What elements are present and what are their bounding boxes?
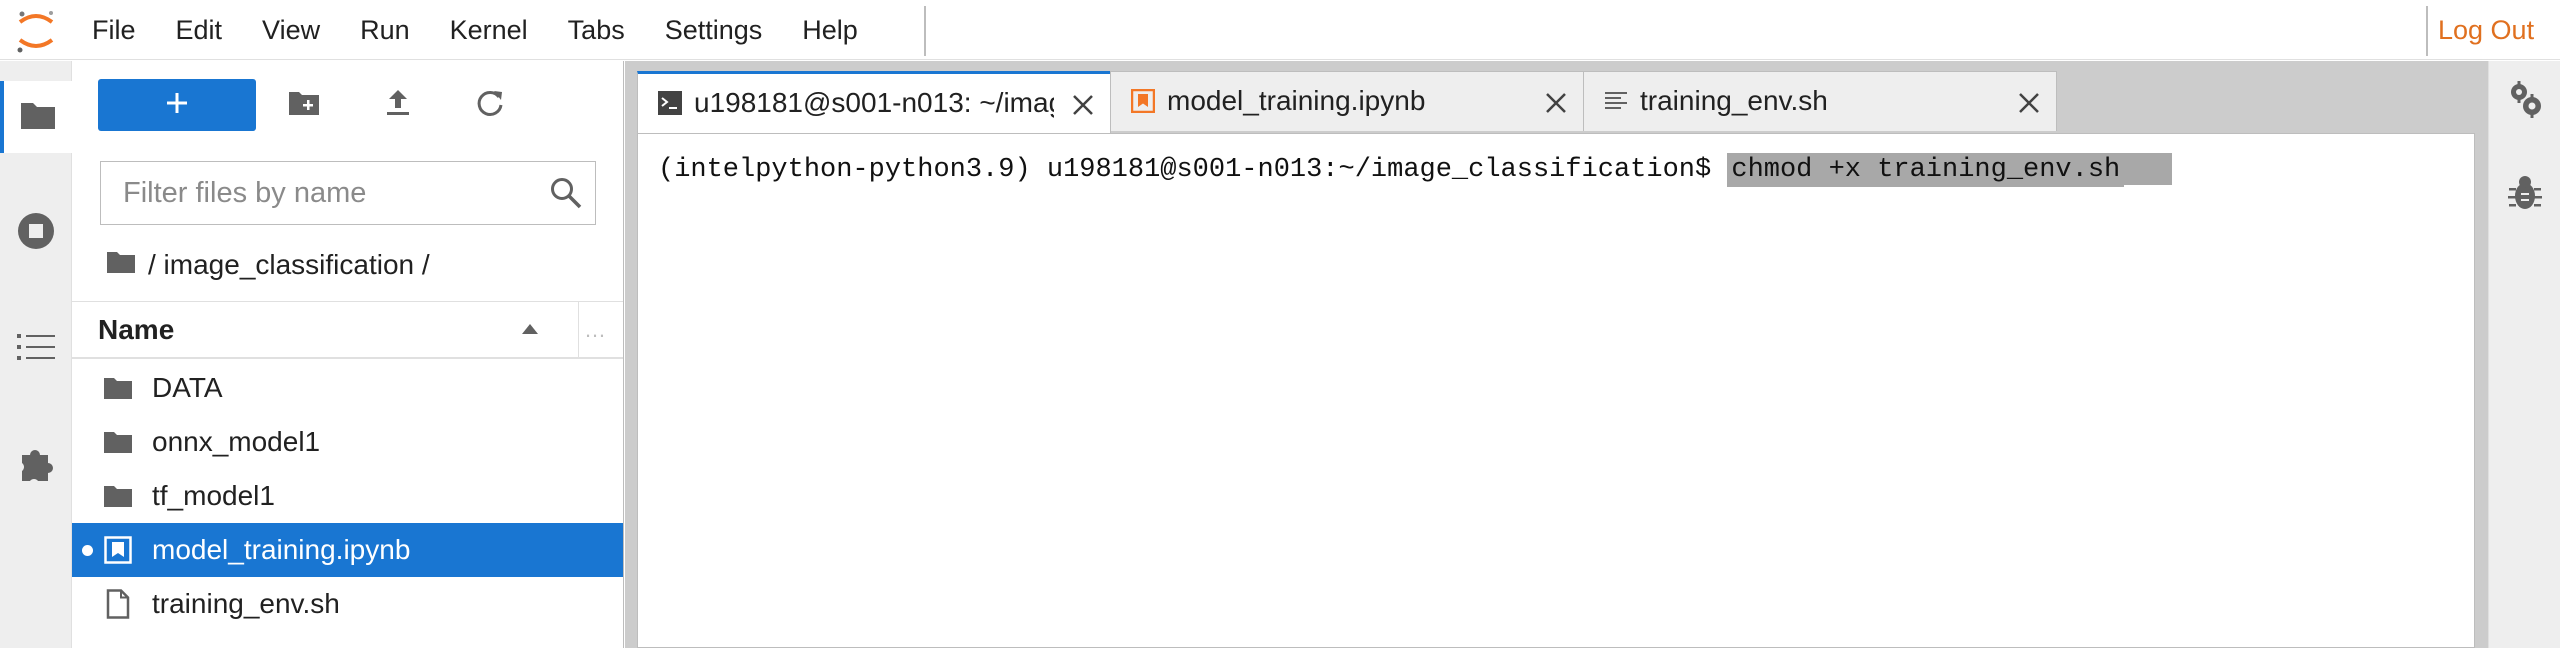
- file-row-model-training[interactable]: model_training.ipynb: [72, 523, 623, 577]
- file-row-onnx-model1[interactable]: onnx_model1: [72, 415, 623, 469]
- file-name: DATA: [152, 372, 223, 403]
- text-file-icon: [1604, 89, 1628, 115]
- terminal-cursor: [2124, 152, 2173, 185]
- menu-bar: File Edit View Run Kernel Tabs Settings …: [0, 0, 2560, 60]
- folder-icon: [102, 427, 134, 457]
- list-icon: [17, 332, 55, 367]
- logout-button[interactable]: Log Out: [2438, 0, 2534, 60]
- debugger-tab[interactable]: [2489, 159, 2560, 231]
- running-sessions-tab[interactable]: [0, 197, 72, 269]
- file-row-tf-model1[interactable]: tf_model1: [72, 469, 623, 523]
- tab-text-file[interactable]: training_env.sh: [1583, 71, 2057, 131]
- upload-button[interactable]: [376, 83, 420, 127]
- file-browser-panel: / image_classification / Name … DATA onn…: [72, 61, 624, 648]
- breadcrumb: / image_classification /: [106, 245, 430, 285]
- menu-view[interactable]: View: [242, 0, 340, 60]
- menu-file[interactable]: File: [72, 0, 156, 60]
- plus-icon: [165, 91, 189, 120]
- close-icon[interactable]: [1070, 92, 1096, 118]
- jupyter-logo: [8, 6, 64, 56]
- tab-terminal[interactable]: u198181@s001-n013: ~/image_classificatio…: [637, 71, 1111, 133]
- property-inspector-icon: [2505, 79, 2545, 124]
- puzzle-icon: [16, 443, 56, 488]
- file-name: training_env.sh: [152, 588, 340, 619]
- main-menu: File Edit View Run Kernel Tabs Settings …: [72, 0, 878, 60]
- file-browser-tab[interactable]: [0, 81, 72, 153]
- tab-notebook[interactable]: model_training.ipynb: [1110, 71, 1584, 131]
- file-name: model_training.ipynb: [152, 534, 411, 565]
- extension-manager-tab[interactable]: [0, 429, 72, 501]
- logout-divider: [2426, 6, 2428, 56]
- right-activity-bar: [2488, 61, 2560, 648]
- menu-tabs[interactable]: Tabs: [548, 0, 645, 60]
- tab-label: u198181@s001-n013: ~/image_classificatio…: [694, 87, 1054, 118]
- search-icon: [549, 176, 583, 215]
- name-column-header[interactable]: Name: [98, 302, 174, 358]
- upload-icon: [385, 89, 411, 122]
- tab-bar: u198181@s001-n013: ~/image_classificatio…: [637, 71, 2057, 133]
- sort-ascending-icon[interactable]: [520, 322, 540, 341]
- new-launcher-button[interactable]: [98, 79, 256, 131]
- notebook-icon: [102, 535, 134, 565]
- more-columns-icon[interactable]: …: [584, 302, 606, 358]
- folder-icon[interactable]: [106, 249, 136, 281]
- menu-run[interactable]: Run: [340, 0, 430, 60]
- close-icon[interactable]: [1543, 90, 1569, 116]
- file-list: DATA onnx_model1 tf_model1 model_trainin…: [72, 361, 623, 631]
- terminal-command: chmod +x training_env.sh: [1727, 153, 2125, 187]
- new-folder-button[interactable]: [282, 83, 326, 127]
- stop-circle-icon: [16, 211, 56, 256]
- column-divider[interactable]: [578, 302, 579, 358]
- table-of-contents-tab[interactable]: [0, 313, 72, 385]
- tab-label: training_env.sh: [1640, 85, 1828, 116]
- property-inspector-tab[interactable]: [2489, 65, 2560, 137]
- notebook-icon: [1130, 88, 1156, 115]
- debugger-icon: [2507, 174, 2543, 217]
- folder-icon: [102, 481, 134, 511]
- menu-help[interactable]: Help: [782, 0, 878, 60]
- left-activity-bar: [0, 61, 72, 648]
- breadcrumb-path[interactable]: / image_classification /: [148, 249, 430, 281]
- main-dock-area: u198181@s001-n013: ~/image_classificatio…: [625, 61, 2488, 648]
- refresh-button[interactable]: [468, 83, 512, 127]
- folder-icon: [102, 373, 134, 403]
- menu-divider: [924, 6, 926, 56]
- menu-settings[interactable]: Settings: [645, 0, 783, 60]
- file-name: onnx_model1: [152, 426, 321, 457]
- terminal-prompt: (intelpython-python3.9) u198181@s001-n01…: [658, 155, 1728, 185]
- menu-kernel[interactable]: Kernel: [430, 0, 548, 60]
- file-filter-input[interactable]: [121, 165, 541, 221]
- menu-edit[interactable]: Edit: [156, 0, 243, 60]
- file-icon: [102, 589, 134, 619]
- running-indicator: [82, 545, 93, 556]
- file-list-header: Name …: [72, 301, 623, 359]
- file-filter-field[interactable]: [100, 161, 596, 225]
- tab-label: model_training.ipynb: [1167, 85, 1426, 116]
- file-name: tf_model1: [152, 480, 275, 511]
- terminal-panel[interactable]: (intelpython-python3.9) u198181@s001-n01…: [637, 133, 2475, 648]
- file-row-training-env[interactable]: training_env.sh: [72, 577, 623, 631]
- terminal-icon: [658, 91, 682, 117]
- terminal-line: (intelpython-python3.9) u198181@s001-n01…: [658, 150, 2173, 190]
- close-icon[interactable]: [2016, 90, 2042, 116]
- refresh-icon: [475, 88, 505, 123]
- new-folder-icon: [288, 89, 320, 122]
- file-row-data[interactable]: DATA: [72, 361, 623, 415]
- folder-icon: [19, 99, 57, 136]
